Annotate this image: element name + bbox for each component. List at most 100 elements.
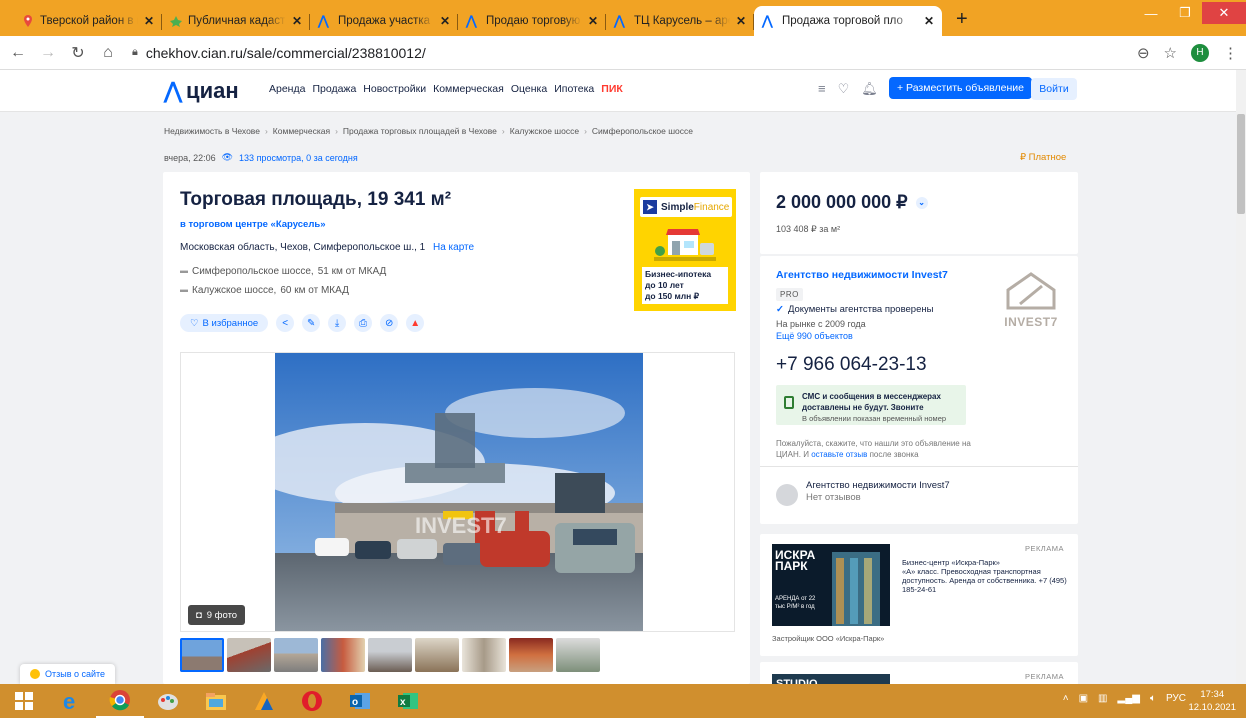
volume-icon[interactable]: 🔈︎	[1150, 693, 1156, 704]
tab-active-retail-sale[interactable]: ⋀ Продажа торговой пло ✕	[754, 6, 942, 36]
nav-mortgage[interactable]: Ипотека	[554, 83, 594, 95]
page-scrollbar[interactable]	[1236, 70, 1246, 684]
tab-karusel-rent[interactable]: ⋀ ТЦ Карусель – аренда ✕	[606, 6, 754, 36]
tray-app-icon[interactable]: ▣	[1079, 693, 1088, 704]
download-icon[interactable]: ⤓	[328, 314, 347, 332]
photo-gallery[interactable]: INVEST7 ◘ 9 фото	[180, 352, 735, 632]
photo-thumbnail[interactable]	[509, 638, 553, 672]
photo-thumbnail[interactable]	[321, 638, 365, 672]
close-icon[interactable]: ✕	[292, 14, 302, 28]
agent-name-link[interactable]: Агентство недвижимости Invest7	[776, 269, 948, 281]
menu-icon[interactable]: ⋮	[1223, 44, 1238, 62]
reload-icon[interactable]: ↻	[66, 43, 90, 63]
site-feedback-button[interactable]: Отзыв о сайте	[20, 664, 116, 684]
studio-ad[interactable]: РЕКЛАМА STUDIO	[760, 662, 1078, 684]
cian-logo[interactable]: ⋀ циан	[164, 78, 239, 104]
tab-tverskoy[interactable]: Тверской район в горо ✕	[14, 6, 162, 36]
views-link[interactable]: 133 просмотра, 0 за сегодня	[239, 153, 358, 163]
report-warning-icon[interactable]: ▲	[406, 314, 425, 332]
excel-icon[interactable]: x	[384, 684, 432, 718]
window-close-icon[interactable]: ✕	[1202, 2, 1246, 24]
post-ad-button[interactable]: + Разместить объявление	[889, 77, 1032, 99]
breadcrumb-item[interactable]: Калужское шоссе	[510, 126, 579, 136]
main-photo[interactable]: INVEST7	[275, 353, 643, 631]
map-link[interactable]: На карте	[433, 242, 474, 253]
home-icon[interactable]: ⌂	[96, 44, 120, 62]
mall-link[interactable]: в торговом центре «Карусель»	[180, 219, 325, 230]
notifications-bell-icon[interactable]: 🔔︎	[861, 81, 878, 97]
network-icon[interactable]: ▥	[1098, 693, 1107, 704]
close-icon[interactable]: ✕	[924, 14, 934, 28]
more-objects-link[interactable]: Ещё 990 объектов	[776, 331, 853, 341]
close-icon[interactable]: ✕	[736, 14, 746, 28]
nav-valuation[interactable]: Оценка	[511, 83, 547, 95]
profile-avatar[interactable]: Н	[1191, 43, 1209, 62]
phone-number[interactable]: +7 966 064-23-13	[776, 354, 927, 376]
photo-thumbnail[interactable]	[368, 638, 412, 672]
ad-label: РЕКЛАМА	[1024, 672, 1064, 681]
scrollbar-thumb[interactable]	[1237, 114, 1245, 214]
leave-review-link[interactable]: оставьте отзыв	[811, 450, 867, 459]
breadcrumb-item[interactable]: Недвижимость в Чехове	[164, 126, 260, 136]
back-icon[interactable]: ←	[6, 44, 30, 62]
iskra-park-ad[interactable]: РЕКЛАМА ИСКРА ПАРК АРЕНДА от 22 тыс Р/М² …	[760, 534, 1078, 656]
photo-thumbnail[interactable]	[556, 638, 600, 672]
internet-explorer-icon[interactable]: e	[48, 684, 96, 718]
add-to-favorites-button[interactable]: ♡ В избранное	[180, 314, 269, 332]
nav-pik[interactable]: ПИК	[601, 83, 623, 95]
app-icon[interactable]	[240, 684, 288, 718]
minimize-icon[interactable]: —	[1134, 2, 1168, 24]
brand-simple: Simple	[661, 201, 694, 213]
close-icon[interactable]: ✕	[588, 14, 598, 28]
signal-icon[interactable]: ▂▄▆	[1118, 693, 1140, 704]
windows-start-icon[interactable]	[0, 684, 48, 718]
outlook-icon[interactable]: o	[336, 684, 384, 718]
zoom-icon[interactable]: ⊖	[1137, 44, 1150, 62]
nav-rent[interactable]: Аренда	[269, 83, 305, 95]
compare-icon[interactable]: ≡	[818, 81, 826, 97]
sms-warning-text: СМС и сообщения в мессенджерах доставлен…	[802, 392, 941, 412]
photo-thumbnail[interactable]	[462, 638, 506, 672]
close-icon[interactable]: ✕	[144, 14, 154, 28]
invest7-logo[interactable]: INVEST7	[1000, 270, 1062, 329]
new-tab-button[interactable]: +	[956, 8, 986, 31]
tab-plot-sale[interactable]: ⋀ Продажа участка 17сот ✕	[310, 6, 458, 36]
maximize-icon[interactable]: ❐	[1168, 2, 1202, 24]
hide-icon[interactable]: ⊘	[380, 314, 399, 332]
tab-retail-sale[interactable]: ⋀ Продаю торговую пло ✕	[458, 6, 606, 36]
nav-sale[interactable]: Продажа	[312, 83, 356, 95]
nav-commercial[interactable]: Коммерческая	[433, 83, 504, 95]
forward-icon[interactable]: →	[36, 44, 60, 62]
photo-thumbnail[interactable]	[180, 638, 224, 672]
print-icon[interactable]: ⎙	[354, 314, 373, 332]
review-agent-name[interactable]: Агентство недвижимости Invest7	[806, 480, 950, 491]
file-explorer-icon[interactable]	[192, 684, 240, 718]
chrome-icon[interactable]	[96, 684, 144, 718]
tab-cadastral[interactable]: Публичная кадастрова ✕	[162, 6, 310, 36]
language-indicator[interactable]: РУС	[1166, 693, 1186, 704]
breadcrumb-separator-icon: ›	[584, 126, 587, 136]
photo-count-badge[interactable]: ◘ 9 фото	[188, 605, 246, 625]
photo-thumbnail[interactable]	[227, 638, 271, 672]
breadcrumb-item[interactable]: Коммерческая	[273, 126, 330, 136]
breadcrumb-item[interactable]: Симферопольское шоссе	[592, 126, 693, 136]
simplefinance-ad[interactable]: ➤ Simple Finance Бизнес-ипотека до 10 лет…	[634, 189, 736, 311]
tray-expand-icon[interactable]: ˄	[1063, 693, 1069, 704]
chevron-down-icon[interactable]: ⌄	[915, 196, 928, 209]
lock-icon[interactable]: 🔒︎	[132, 46, 138, 59]
clock[interactable]: 17:34 12.10.2021	[1188, 688, 1236, 714]
opera-icon[interactable]	[288, 684, 336, 718]
nav-new-buildings[interactable]: Новостройки	[363, 83, 426, 95]
bookmark-star-icon[interactable]: ☆	[1164, 44, 1177, 62]
favorites-heart-icon[interactable]: ♡	[838, 81, 850, 97]
url-field[interactable]: 🔒︎ chekhov.cian.ru/sale/commercial/23881…	[132, 45, 1132, 61]
share-icon[interactable]: <	[276, 314, 295, 332]
heart-icon: ♡	[190, 317, 199, 329]
photo-thumbnail[interactable]	[274, 638, 318, 672]
login-button[interactable]: Войти	[1031, 78, 1077, 100]
close-icon[interactable]: ✕	[440, 14, 450, 28]
edit-note-icon[interactable]: ✎	[302, 314, 321, 332]
breadcrumb-item[interactable]: Продажа торговых площадей в Чехове	[343, 126, 497, 136]
paint-icon[interactable]	[144, 684, 192, 718]
photo-thumbnail[interactable]	[415, 638, 459, 672]
